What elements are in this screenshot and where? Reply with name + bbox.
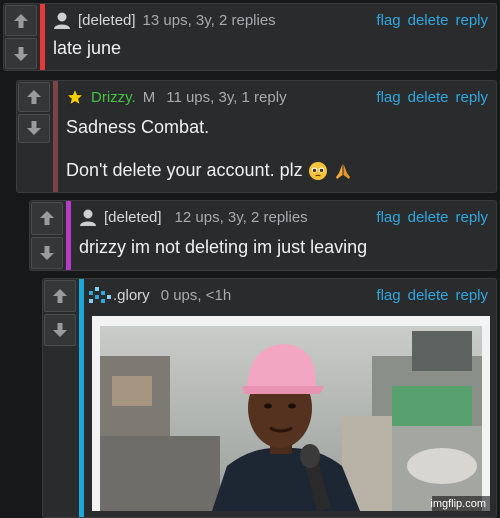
username[interactable]: .glory bbox=[113, 287, 150, 304]
downvote-button[interactable] bbox=[5, 38, 37, 69]
username[interactable]: [deleted] bbox=[78, 12, 136, 29]
flag-link[interactable]: flag bbox=[376, 12, 400, 29]
vote-column bbox=[17, 81, 51, 144]
upvote-button[interactable] bbox=[18, 82, 50, 112]
delete-link[interactable]: delete bbox=[408, 89, 449, 106]
comment-meta: Drizzy. M 11 ups, 3y, 1 reply flag delet… bbox=[66, 81, 496, 113]
downvote-arrow-icon bbox=[14, 46, 28, 61]
flag-link[interactable]: flag bbox=[376, 209, 400, 226]
user-avatar-icon bbox=[54, 12, 70, 29]
pleading-face-emoji bbox=[308, 162, 327, 181]
user-avatar-icon bbox=[80, 209, 96, 226]
comment-meta: [deleted] 12 ups, 3y, 2 replies flag del… bbox=[79, 201, 496, 233]
thread-bar bbox=[40, 4, 45, 70]
delete-link[interactable]: delete bbox=[408, 287, 449, 304]
imgflip-watermark: imgflip.com bbox=[430, 498, 486, 510]
comment-stats: 12 ups, 3y, 2 replies bbox=[174, 208, 308, 226]
thread-bar bbox=[53, 81, 58, 192]
comment-stats: 13 ups, 3y, 2 replies bbox=[142, 11, 276, 29]
upvote-arrow-icon bbox=[53, 289, 67, 303]
vote-column bbox=[30, 201, 64, 270]
praying-hands-emoji bbox=[335, 164, 350, 180]
flag-link[interactable]: flag bbox=[376, 287, 400, 304]
user-badge: M bbox=[142, 88, 156, 106]
downvote-arrow-icon bbox=[53, 323, 67, 337]
comment-body: Drizzy. M 11 ups, 3y, 1 reply flag delet… bbox=[66, 81, 496, 192]
comment-actions: flag delete reply bbox=[376, 287, 496, 304]
upvote-arrow-icon bbox=[27, 89, 41, 104]
comment-text-line-2: Don't delete your account. plz bbox=[66, 160, 496, 181]
comment-text: drizzy im not deleting im just leaving bbox=[79, 237, 368, 257]
reply-link[interactable]: reply bbox=[455, 89, 488, 106]
delete-link[interactable]: delete bbox=[408, 12, 449, 29]
vote-column bbox=[43, 279, 77, 347]
comment-text: Don't delete your account. plz bbox=[66, 160, 303, 180]
thread-bar bbox=[79, 279, 84, 517]
reply-link[interactable]: reply bbox=[455, 209, 488, 226]
comment-stats: 0 ups, <1h bbox=[160, 286, 232, 304]
comment-image[interactable]: imgflip.com bbox=[92, 316, 490, 511]
pixel-avatar-icon bbox=[89, 287, 111, 303]
comment-stats: 11 ups, 3y, 1 reply bbox=[166, 88, 287, 106]
username[interactable]: [deleted] bbox=[104, 209, 162, 226]
comment-body: [deleted] 12 ups, 3y, 2 replies flag del… bbox=[79, 201, 496, 270]
comment-body: [deleted] 13 ups, 3y, 2 replies flag del… bbox=[53, 4, 496, 70]
downvote-button[interactable] bbox=[31, 236, 63, 269]
upvote-button[interactable] bbox=[31, 202, 63, 235]
flag-link[interactable]: flag bbox=[376, 89, 400, 106]
delete-link[interactable]: delete bbox=[408, 209, 449, 226]
comment-text-line-1: Sadness Combat. bbox=[66, 117, 210, 137]
thread-bar bbox=[66, 201, 71, 270]
downvote-arrow-icon bbox=[40, 245, 54, 260]
comment-actions: flag delete reply bbox=[376, 12, 496, 29]
upvote-button[interactable] bbox=[44, 280, 76, 312]
upvote-arrow-icon bbox=[40, 211, 54, 226]
meme-photo bbox=[100, 326, 490, 511]
reply-link[interactable]: reply bbox=[455, 287, 488, 304]
vote-column bbox=[4, 4, 38, 70]
comment-text: late june bbox=[53, 38, 122, 58]
comment-meta: [deleted] 13 ups, 3y, 2 replies flag del… bbox=[53, 4, 496, 36]
comment-1: [deleted] 13 ups, 3y, 2 replies flag del… bbox=[3, 3, 497, 71]
upvote-button[interactable] bbox=[5, 5, 37, 36]
downvote-button[interactable] bbox=[18, 113, 50, 143]
comment-actions: flag delete reply bbox=[376, 209, 496, 226]
comment-2: Drizzy. M 11 ups, 3y, 1 reply flag delet… bbox=[16, 80, 497, 193]
username[interactable]: Drizzy. bbox=[91, 89, 136, 106]
comment-meta: .glory 0 ups, <1h flag delete reply bbox=[88, 279, 496, 311]
comment-3: [deleted] 12 ups, 3y, 2 replies flag del… bbox=[29, 200, 497, 271]
star-icon bbox=[66, 88, 84, 106]
reply-link[interactable]: reply bbox=[455, 12, 488, 29]
upvote-arrow-icon bbox=[14, 13, 28, 28]
comment-actions: flag delete reply bbox=[376, 89, 496, 106]
downvote-arrow-icon bbox=[27, 121, 41, 136]
downvote-button[interactable] bbox=[44, 314, 76, 346]
